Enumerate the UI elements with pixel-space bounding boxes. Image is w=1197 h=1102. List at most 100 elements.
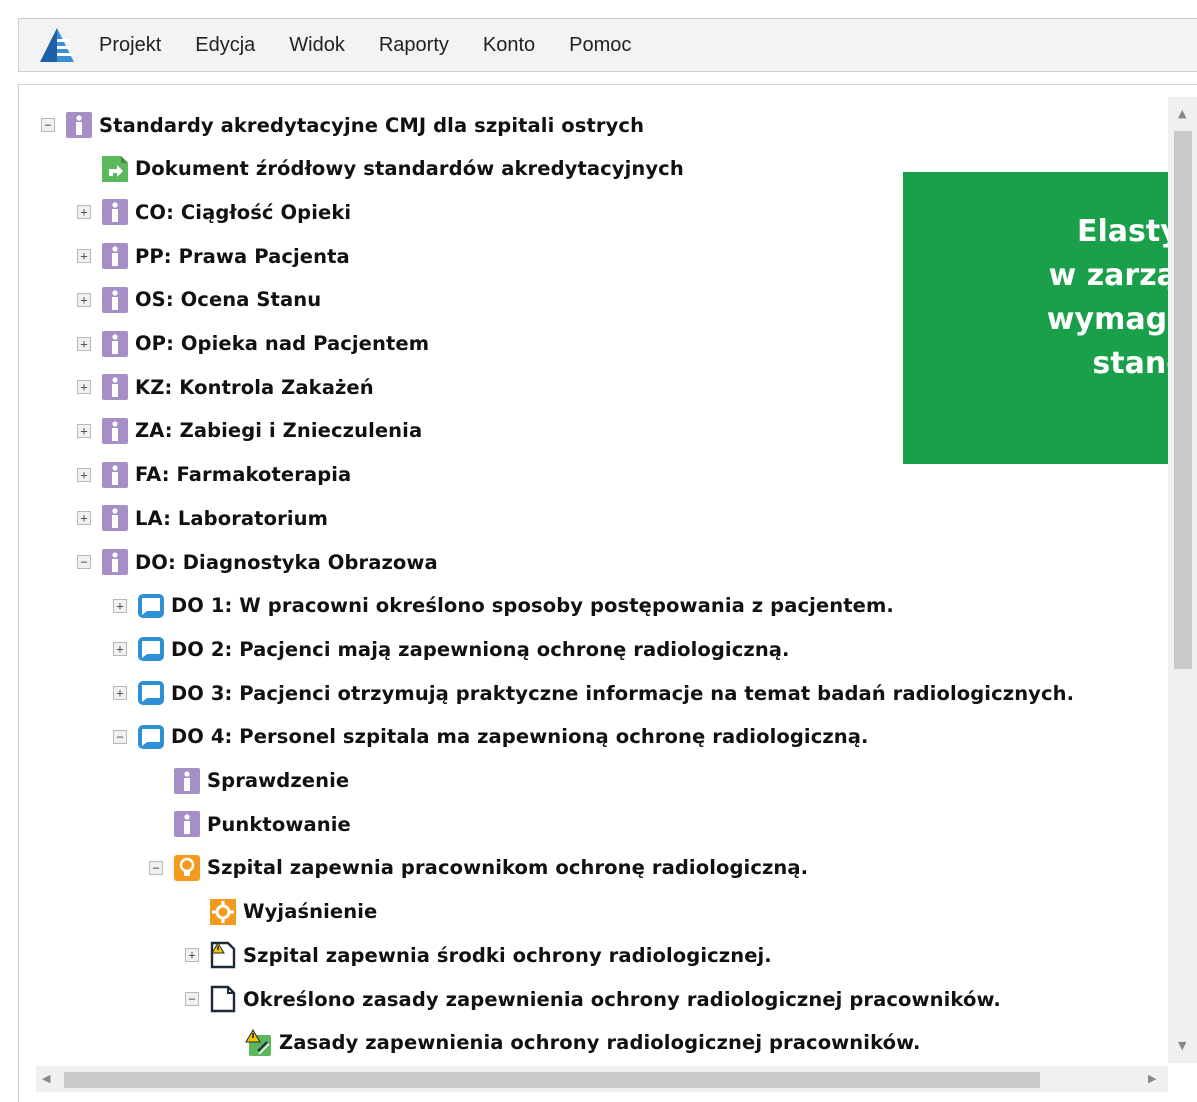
info-icon: [102, 549, 128, 575]
tree-row-label[interactable]: Szpital zapewnia środki ochrony radiolog…: [243, 944, 772, 967]
tree-row-label[interactable]: PP: Prawa Pacjenta: [135, 245, 350, 268]
expand-icon[interactable]: +: [113, 686, 127, 701]
info-icon: [102, 374, 128, 401]
info-icon: [102, 286, 128, 313]
tree-row-label[interactable]: OP: Opieka nad Pacjentem: [135, 332, 429, 355]
tree-row[interactable]: + DO 2: Pacjenci mają zapewnioną ochronę …: [113, 632, 790, 666]
tree-row-label[interactable]: DO: Diagnostyka Obrazowa: [135, 551, 438, 574]
expand-icon[interactable]: +: [77, 423, 91, 438]
tree-row[interactable]: − Szpital zapewnia pracownikom ochronę ra…: [149, 851, 808, 885]
tree-row[interactable]: Dokument źródłowy standardów akredytacyj…: [77, 152, 684, 186]
vertical-scrollbar[interactable]: ▲ ▼: [1168, 97, 1197, 1063]
expand-icon[interactable]: +: [185, 948, 199, 963]
tree-row-label[interactable]: Standardy akredytacyjne CMJ dla szpitali…: [99, 114, 644, 137]
expand-icon[interactable]: +: [77, 467, 91, 482]
horizontal-scrollbar[interactable]: ◀ ▶: [36, 1066, 1168, 1092]
collapse-icon[interactable]: −: [149, 860, 163, 875]
callout-line: Elastyczno: [1077, 214, 1197, 249]
tree-row[interactable]: + FA: Farmakoterapia: [77, 458, 351, 492]
tree-row[interactable]: − Określono zasady zapewnienia ochrony ra…: [185, 982, 1001, 1016]
tree-row[interactable]: + OS: Ocena Stanu: [77, 283, 321, 317]
tree-row[interactable]: Zasady zapewnienia ochrony radiologiczne…: [221, 1026, 920, 1060]
tree-row[interactable]: − Standardy akredytacyjne CMJ dla szpital…: [41, 108, 644, 142]
document-link-icon: [102, 155, 128, 182]
scroll-right-icon[interactable]: ▶: [1148, 1072, 1156, 1085]
menu-konto[interactable]: Konto: [483, 34, 535, 57]
tree-row[interactable]: + KZ: Kontrola Zakażeń: [77, 370, 374, 404]
vertical-scroll-thumb[interactable]: [1174, 131, 1192, 669]
scroll-left-icon[interactable]: ◀: [42, 1072, 50, 1085]
tree-row-label[interactable]: Wyjaśnienie: [243, 900, 377, 923]
tree-row[interactable]: + DO 3: Pacjenci otrzymują praktyczne inf…: [113, 676, 1074, 710]
lightbulb-icon: [174, 854, 200, 881]
info-icon: [102, 243, 128, 270]
expand-icon[interactable]: +: [77, 380, 91, 395]
tree-row-label[interactable]: LA: Laboratorium: [135, 507, 328, 530]
tree-row[interactable]: − DO 4: Personel szpitala ma zapewnioną o…: [113, 720, 869, 754]
tree-row[interactable]: − DO: Diagnostyka Obrazowa: [77, 545, 438, 579]
app-logo-icon[interactable]: [37, 25, 77, 65]
document-warning-icon: [210, 942, 236, 969]
tree-row[interactable]: + Szpital zapewnia środki ochrony radiolo…: [185, 938, 772, 972]
tree-row-label[interactable]: Szpital zapewnia pracownikom ochronę rad…: [207, 856, 808, 879]
info-icon: [174, 811, 200, 838]
info-icon: [174, 767, 200, 794]
tree-row[interactable]: Sprawdzenie: [149, 764, 349, 798]
tree-row-label[interactable]: Zasady zapewnienia ochrony radiologiczne…: [279, 1031, 920, 1054]
gear-icon: [210, 898, 236, 925]
tree-row-label[interactable]: KZ: Kontrola Zakażeń: [135, 376, 374, 399]
menu-pomoc[interactable]: Pomoc: [569, 34, 631, 57]
tree-row[interactable]: + ZA: Zabiegi i Znieczulenia: [77, 414, 422, 448]
tree-row-label[interactable]: DO 4: Personel szpitala ma zapewnioną oc…: [171, 725, 869, 748]
tree-row-label[interactable]: Dokument źródłowy standardów akredytacyj…: [135, 157, 684, 180]
info-icon: [66, 112, 92, 138]
tree-row-label[interactable]: FA: Farmakoterapia: [135, 463, 351, 486]
expand-icon[interactable]: +: [113, 642, 127, 657]
tree-row-label[interactable]: DO 3: Pacjenci otrzymują praktyczne info…: [171, 682, 1074, 705]
menu-projekt[interactable]: Projekt: [99, 34, 161, 57]
tree-row-label[interactable]: OS: Ocena Stanu: [135, 288, 321, 311]
tree-row-label[interactable]: DO 2: Pacjenci mają zapewnioną ochronę r…: [171, 638, 790, 661]
tree-row-label[interactable]: Punktowanie: [207, 813, 351, 836]
callout-line: wymagania: [1046, 302, 1197, 337]
menu-raporty[interactable]: Raporty: [379, 34, 449, 57]
tree-row[interactable]: + OP: Opieka nad Pacjentem: [77, 327, 429, 361]
expand-icon[interactable]: +: [77, 336, 91, 351]
promo-callout: Elastyczno w zarządzan wymagania standar…: [903, 172, 1197, 464]
scroll-up-icon[interactable]: ▲: [1178, 107, 1186, 120]
document-icon: [210, 985, 236, 1013]
menu-widok[interactable]: Widok: [289, 34, 345, 57]
collapse-icon[interactable]: −: [41, 118, 55, 132]
speech-bubble-icon: [138, 593, 164, 618]
menu-bar: Projekt Edycja Widok Raporty Konto Pomoc: [18, 18, 1197, 72]
tree-row[interactable]: + LA: Laboratorium: [77, 501, 328, 535]
tree-row-label[interactable]: DO 1: W pracowni określono sposoby postę…: [171, 594, 894, 617]
info-icon: [102, 330, 128, 357]
tree-row[interactable]: + DO 1: W pracowni określono sposoby post…: [113, 589, 894, 623]
expand-icon[interactable]: +: [77, 292, 91, 307]
tree-row-label[interactable]: Określono zasady zapewnienia ochrony rad…: [243, 988, 1001, 1011]
tree-row-label[interactable]: Sprawdzenie: [207, 769, 349, 792]
expand-icon[interactable]: +: [77, 249, 91, 264]
tree-row[interactable]: + CO: Ciągłość Opieki: [77, 195, 351, 229]
speech-bubble-icon: [138, 637, 164, 662]
expand-icon[interactable]: +: [77, 511, 91, 526]
scroll-down-icon[interactable]: ▼: [1178, 1039, 1186, 1052]
info-icon: [102, 505, 128, 532]
expand-icon[interactable]: +: [113, 598, 127, 613]
tree-row-label[interactable]: CO: Ciągłość Opieki: [135, 201, 351, 224]
info-icon: [102, 461, 128, 488]
expand-icon[interactable]: +: [77, 205, 91, 220]
horizontal-scroll-thumb[interactable]: [64, 1072, 1040, 1088]
collapse-icon[interactable]: −: [77, 555, 91, 569]
collapse-icon[interactable]: −: [185, 992, 199, 1006]
tree-row[interactable]: + PP: Prawa Pacjenta: [77, 239, 350, 273]
callout-line: w zarządzan: [1048, 258, 1197, 293]
collapse-icon[interactable]: −: [113, 729, 127, 744]
menu-edycja[interactable]: Edycja: [195, 34, 255, 57]
tree-row[interactable]: Wyjaśnienie: [185, 895, 377, 929]
warning-attachment-icon: [245, 1028, 271, 1056]
tree-row-label[interactable]: ZA: Zabiegi i Znieczulenia: [135, 419, 422, 442]
tree-row[interactable]: Punktowanie: [149, 807, 351, 841]
info-icon: [102, 199, 128, 226]
